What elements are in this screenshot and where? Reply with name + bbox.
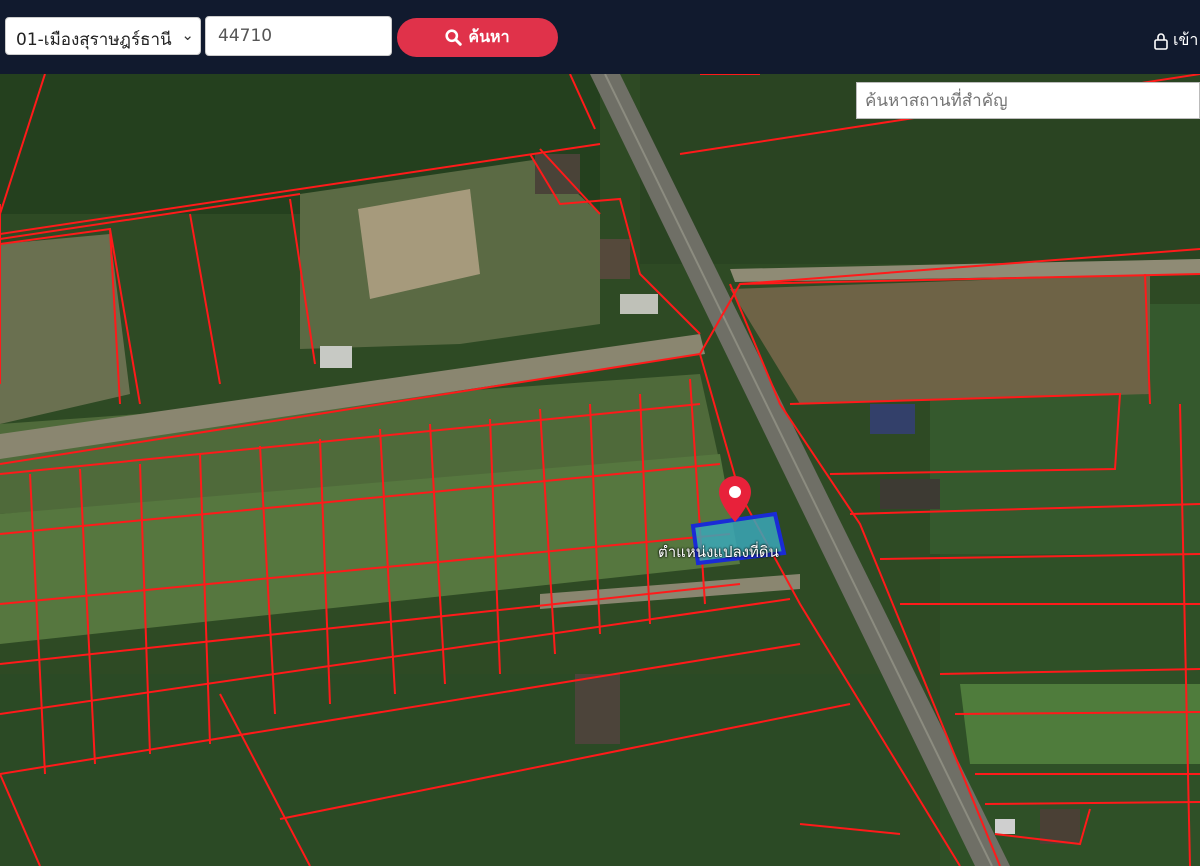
- parcel-location-label: ตำแหน่งแปลงที่ดิน: [658, 543, 779, 561]
- postcode-input[interactable]: [205, 16, 392, 56]
- satellite-imagery: [0, 74, 1200, 866]
- district-select[interactable]: 01-เมืองสุราษฎร์ธานี ⌄: [5, 17, 201, 55]
- search-button-label: ค้นหา: [468, 27, 510, 46]
- district-select-value: 01-เมืองสุราษฎร์ธานี: [16, 30, 172, 50]
- login-link[interactable]: เข้า: [1153, 28, 1198, 53]
- map-view[interactable]: ตำแหน่งแปลงที่ดิน: [0, 74, 1200, 866]
- landmark-search-input[interactable]: [856, 82, 1200, 119]
- lock-icon: [1154, 32, 1168, 50]
- search-button[interactable]: ค้นหา: [397, 18, 558, 57]
- top-bar: 01-เมืองสุราษฎร์ธานี ⌄ ค้นหา เข้า: [0, 0, 1200, 74]
- login-label: เข้า: [1173, 30, 1199, 49]
- search-icon: [445, 29, 463, 46]
- chevron-down-icon: ⌄: [181, 26, 194, 44]
- map-pin-icon[interactable]: [716, 474, 754, 524]
